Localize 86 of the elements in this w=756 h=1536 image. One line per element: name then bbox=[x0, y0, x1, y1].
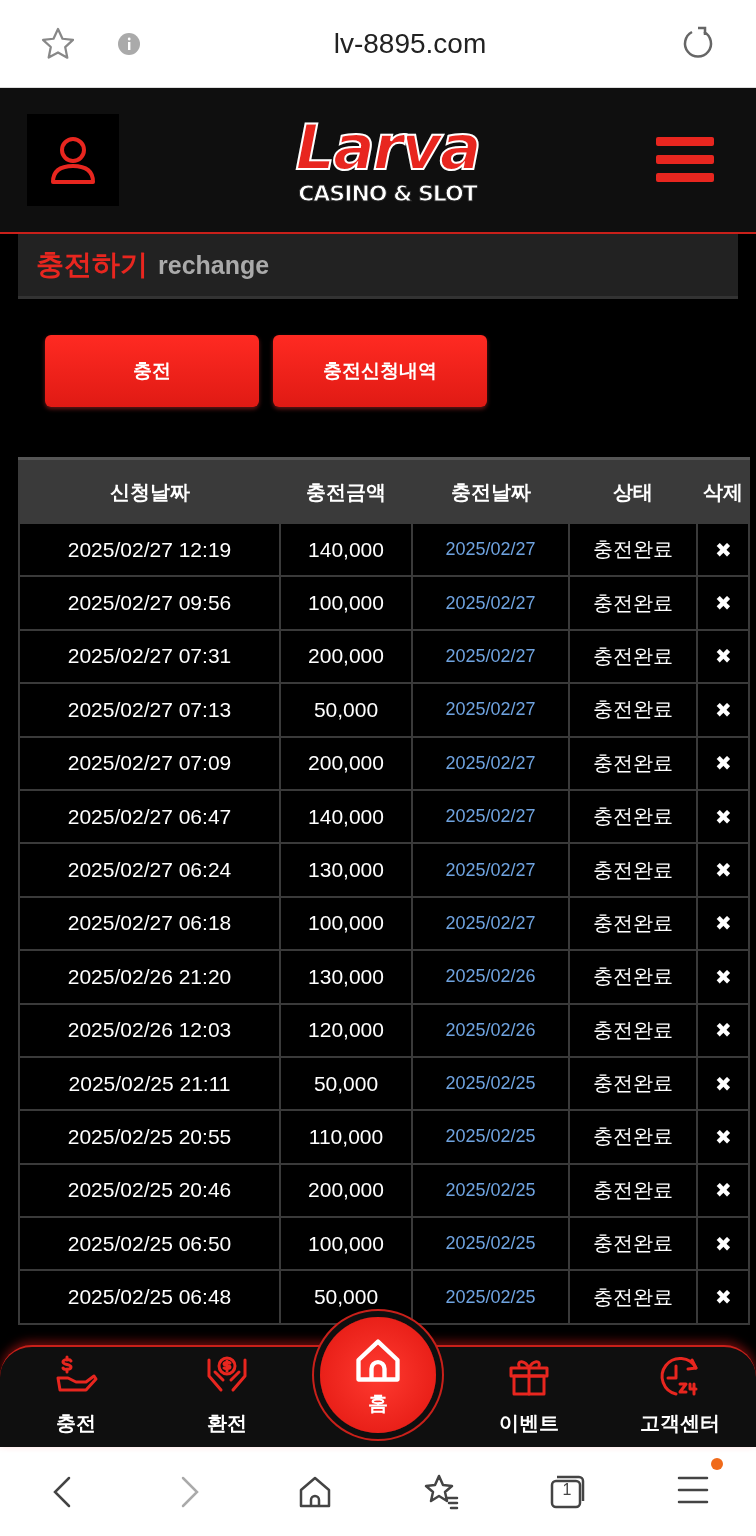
nav-item[interactable]: 고객센터 bbox=[604, 1347, 756, 1447]
table-cell: 200,000 bbox=[281, 737, 411, 789]
table-cell: 2025/02/27 09:56 bbox=[20, 577, 279, 629]
table-cell: 200,000 bbox=[281, 1164, 411, 1217]
table-cell: 2025/02/27 bbox=[413, 844, 568, 896]
table-cell: 200,000 bbox=[281, 630, 411, 683]
section-title: 충전하기 bbox=[36, 247, 148, 283]
table-cell: 130,000 bbox=[281, 951, 411, 1003]
nav-item[interactable]: 충전 bbox=[0, 1347, 152, 1447]
user-button[interactable] bbox=[27, 114, 119, 206]
section-subtitle: rechange bbox=[158, 250, 270, 280]
delete-button[interactable]: ✖ bbox=[698, 1164, 748, 1217]
table-cell: 140,000 bbox=[281, 524, 411, 576]
delete-button[interactable]: ✖ bbox=[698, 1271, 748, 1323]
table-cell: 2025/02/27 bbox=[413, 737, 568, 789]
table-cell: 100,000 bbox=[281, 577, 411, 629]
table-cell: 충전완료 bbox=[570, 1164, 696, 1217]
table-cell: 2025/02/27 bbox=[413, 790, 568, 843]
tab-button[interactable]: 충전신청내역 bbox=[273, 335, 487, 407]
table-cell: 50,000 bbox=[281, 1271, 411, 1323]
table-cell: 2025/02/26 bbox=[413, 1004, 568, 1056]
table-cell: 2025/02/27 07:09 bbox=[20, 737, 279, 789]
delete-button[interactable]: ✖ bbox=[698, 630, 748, 683]
table-cell: 2025/02/25 06:50 bbox=[20, 1218, 279, 1270]
star-icon[interactable] bbox=[40, 25, 76, 62]
table-cell: 2025/02/27 bbox=[413, 684, 568, 736]
table-cell: 2025/02/25 bbox=[413, 1111, 568, 1163]
table-cell: 2025/02/27 06:47 bbox=[20, 790, 279, 843]
delete-button[interactable]: ✖ bbox=[698, 1057, 748, 1110]
table-cell: 2025/02/27 bbox=[413, 524, 568, 576]
table-cell: 충전완료 bbox=[570, 1111, 696, 1163]
table-cell: 2025/02/25 bbox=[413, 1271, 568, 1323]
table-cell: 2025/02/27 06:24 bbox=[20, 844, 279, 896]
table-cell: 충전완료 bbox=[570, 577, 696, 629]
table-cell: 2025/02/27 07:31 bbox=[20, 630, 279, 683]
tab-button[interactable]: 충전 bbox=[45, 335, 259, 407]
table-cell: 100,000 bbox=[281, 1218, 411, 1270]
table-cell: 140,000 bbox=[281, 790, 411, 843]
table-cell: 충전완료 bbox=[570, 630, 696, 683]
table-cell: 2025/02/25 bbox=[413, 1218, 568, 1270]
table-cell: 110,000 bbox=[281, 1111, 411, 1163]
table-cell: 50,000 bbox=[281, 684, 411, 736]
table-cell: 2025/02/26 12:03 bbox=[20, 1004, 279, 1056]
table-cell: 충전완료 bbox=[570, 1271, 696, 1323]
table-cell: 충전완료 bbox=[570, 1004, 696, 1056]
table-cell: 충전완료 bbox=[570, 951, 696, 1003]
table-cell: 130,000 bbox=[281, 844, 411, 896]
table-cell: 2025/02/27 06:18 bbox=[20, 897, 279, 950]
table-cell: 2025/02/27 bbox=[413, 630, 568, 683]
table-cell: 충전완료 bbox=[570, 684, 696, 736]
table-cell: 2025/02/27 07:13 bbox=[20, 684, 279, 736]
table-cell: 100,000 bbox=[281, 897, 411, 950]
delete-button[interactable]: ✖ bbox=[698, 1218, 748, 1270]
delete-button[interactable]: ✖ bbox=[698, 1004, 748, 1056]
nav-item[interactable]: 환전 bbox=[151, 1347, 303, 1447]
table-cell: 충전완료 bbox=[570, 897, 696, 950]
delete-button[interactable]: ✖ bbox=[698, 524, 748, 576]
table-cell: 충전완료 bbox=[570, 844, 696, 896]
delete-button[interactable]: ✖ bbox=[698, 844, 748, 896]
table-cell: 2025/02/25 bbox=[413, 1057, 568, 1110]
table-cell: 충전완료 bbox=[570, 524, 696, 576]
table-cell: 충전완료 bbox=[570, 737, 696, 789]
table-cell: 충전완료 bbox=[570, 1218, 696, 1270]
delete-button[interactable]: ✖ bbox=[698, 737, 748, 789]
table-cell: 2025/02/25 20:46 bbox=[20, 1164, 279, 1217]
delete-button[interactable]: ✖ bbox=[698, 897, 748, 950]
delete-button[interactable]: ✖ bbox=[698, 790, 748, 843]
delete-button[interactable]: ✖ bbox=[698, 684, 748, 736]
table-cell: 충전완료 bbox=[570, 790, 696, 843]
table-cell: 충전완료 bbox=[570, 1057, 696, 1110]
table-cell: 2025/02/25 20:55 bbox=[20, 1111, 279, 1163]
nav-item[interactable]: 이벤트 bbox=[453, 1347, 605, 1447]
table-cell: 2025/02/27 bbox=[413, 577, 568, 629]
table-cell: 2025/02/25 21:11 bbox=[20, 1057, 279, 1110]
table-cell: 50,000 bbox=[281, 1057, 411, 1110]
table-cell: 2025/02/25 06:48 bbox=[20, 1271, 279, 1323]
table-cell: 2025/02/26 bbox=[413, 951, 568, 1003]
table-cell: 2025/02/27 12:19 bbox=[20, 524, 279, 576]
table-cell: 2025/02/25 bbox=[413, 1164, 568, 1217]
table-cell: 2025/02/26 21:20 bbox=[20, 951, 279, 1003]
table-cell: 120,000 bbox=[281, 1004, 411, 1056]
table-cell: 2025/02/27 bbox=[413, 897, 568, 950]
menu-icon[interactable] bbox=[656, 135, 714, 185]
delete-button[interactable]: ✖ bbox=[698, 951, 748, 1003]
delete-button[interactable]: ✖ bbox=[698, 1111, 748, 1163]
delete-button[interactable]: ✖ bbox=[698, 577, 748, 629]
